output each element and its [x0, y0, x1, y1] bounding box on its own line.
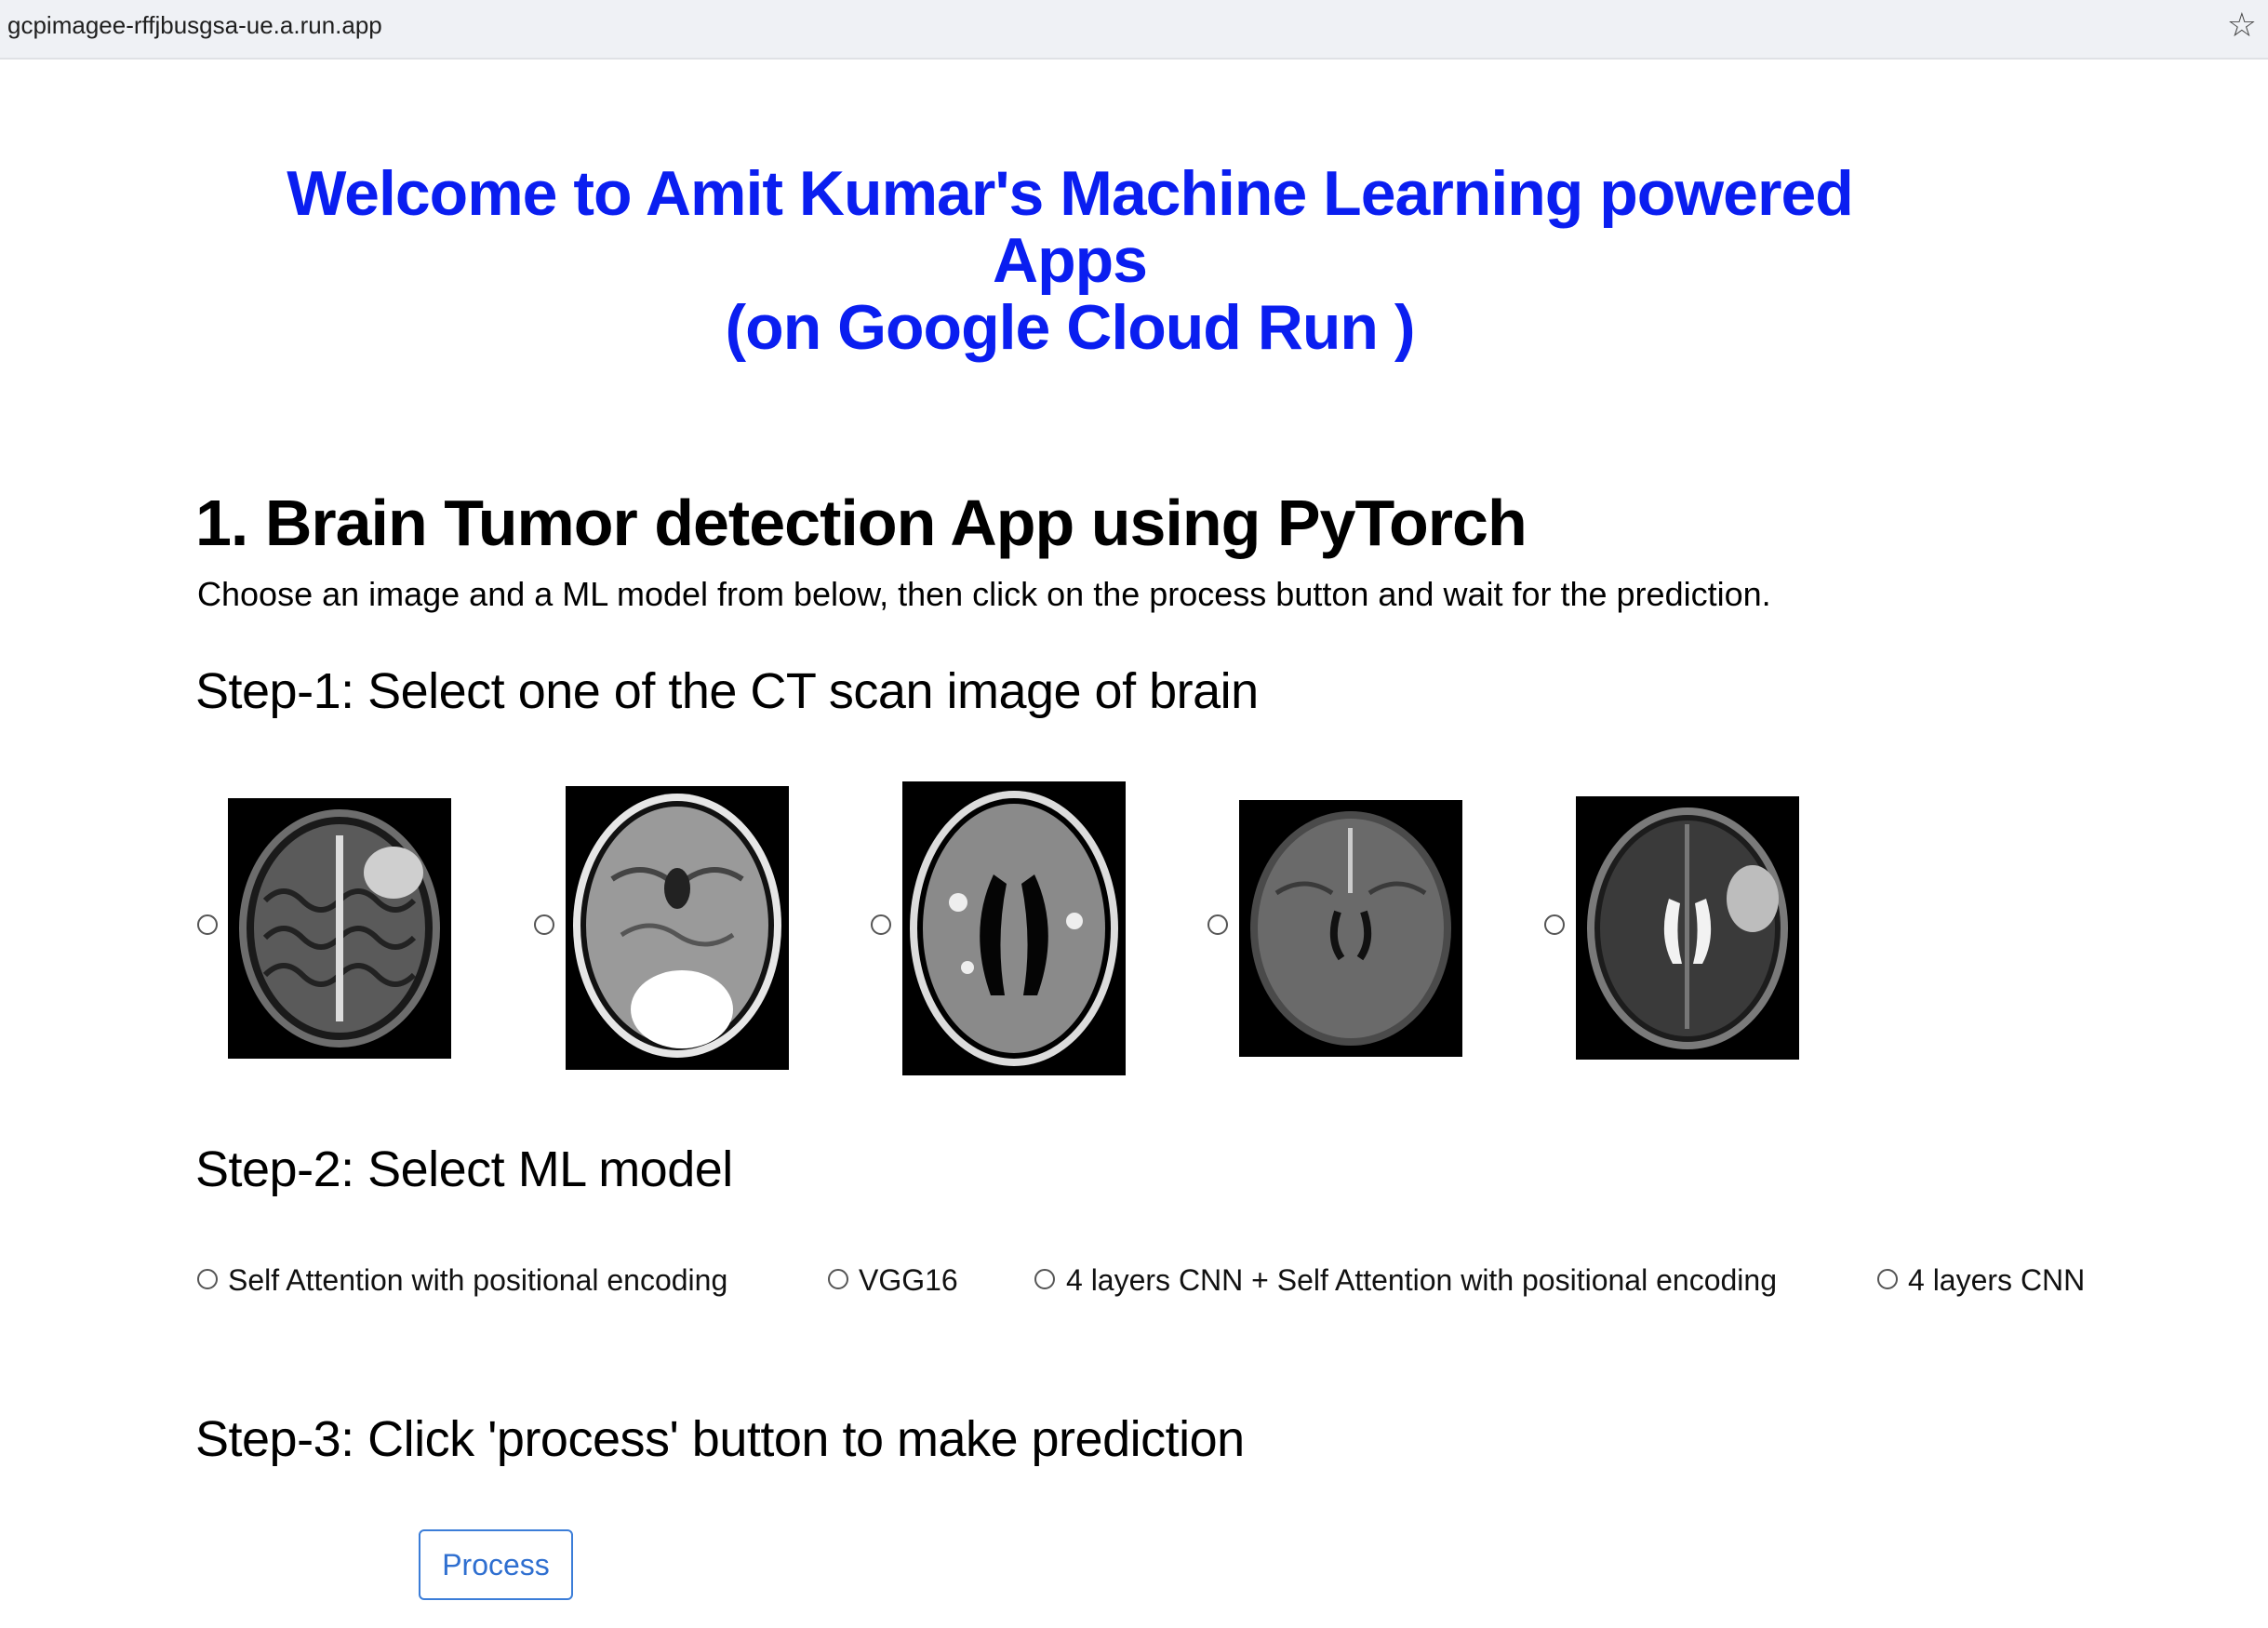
model-1-label[interactable]: Self Attention with positional encoding: [228, 1263, 727, 1298]
app-title: 1. Brain Tumor detection App using PyTor…: [195, 487, 1528, 559]
process-button[interactable]: Process: [419, 1529, 573, 1600]
welcome-line-2: (on Google Cloud Run ): [725, 292, 1416, 363]
model-2-label[interactable]: VGG16: [859, 1263, 958, 1298]
scan-2-radio[interactable]: [534, 914, 554, 935]
brain-scan-image-3[interactable]: [902, 781, 1126, 1075]
welcome-line-1: Welcome to Amit Kumar's Machine Learning…: [287, 158, 1854, 296]
model-3-label[interactable]: 4 layers CNN + Self Attention with posit…: [1066, 1263, 1777, 1298]
scan-3-radio[interactable]: [871, 914, 891, 935]
brain-scan-image-2[interactable]: [566, 786, 789, 1070]
step-2-heading: Step-2: Select ML model: [195, 1141, 733, 1197]
star-icon[interactable]: ☆: [2227, 6, 2257, 45]
scan-4-radio[interactable]: [1207, 914, 1228, 935]
model-3-radio[interactable]: [1034, 1269, 1055, 1289]
scan-1-radio[interactable]: [197, 914, 218, 935]
model-1-radio[interactable]: [197, 1269, 218, 1289]
step-1-heading: Step-1: Select one of the CT scan image …: [195, 663, 1259, 719]
step-3-heading: Step-3: Click 'process' button to make p…: [195, 1411, 1245, 1467]
brain-scan-image-4[interactable]: [1239, 800, 1462, 1057]
brain-scan-image-1[interactable]: [228, 798, 451, 1059]
model-4-radio[interactable]: [1877, 1269, 1898, 1289]
brain-scan-image-5[interactable]: [1576, 796, 1799, 1060]
model-4-label[interactable]: 4 layers CNN: [1908, 1263, 2085, 1298]
browser-address-bar: gcpimagee-rffjbusgsa-ue.a.run.app ☆: [0, 0, 2268, 60]
model-2-radio[interactable]: [828, 1269, 848, 1289]
welcome-heading: Welcome to Amit Kumar's Machine Learning…: [279, 160, 1861, 361]
scan-5-radio[interactable]: [1544, 914, 1565, 935]
url-text[interactable]: gcpimagee-rffjbusgsa-ue.a.run.app: [7, 11, 382, 40]
instructions-text: Choose an image and a ML model from belo…: [197, 575, 1771, 613]
